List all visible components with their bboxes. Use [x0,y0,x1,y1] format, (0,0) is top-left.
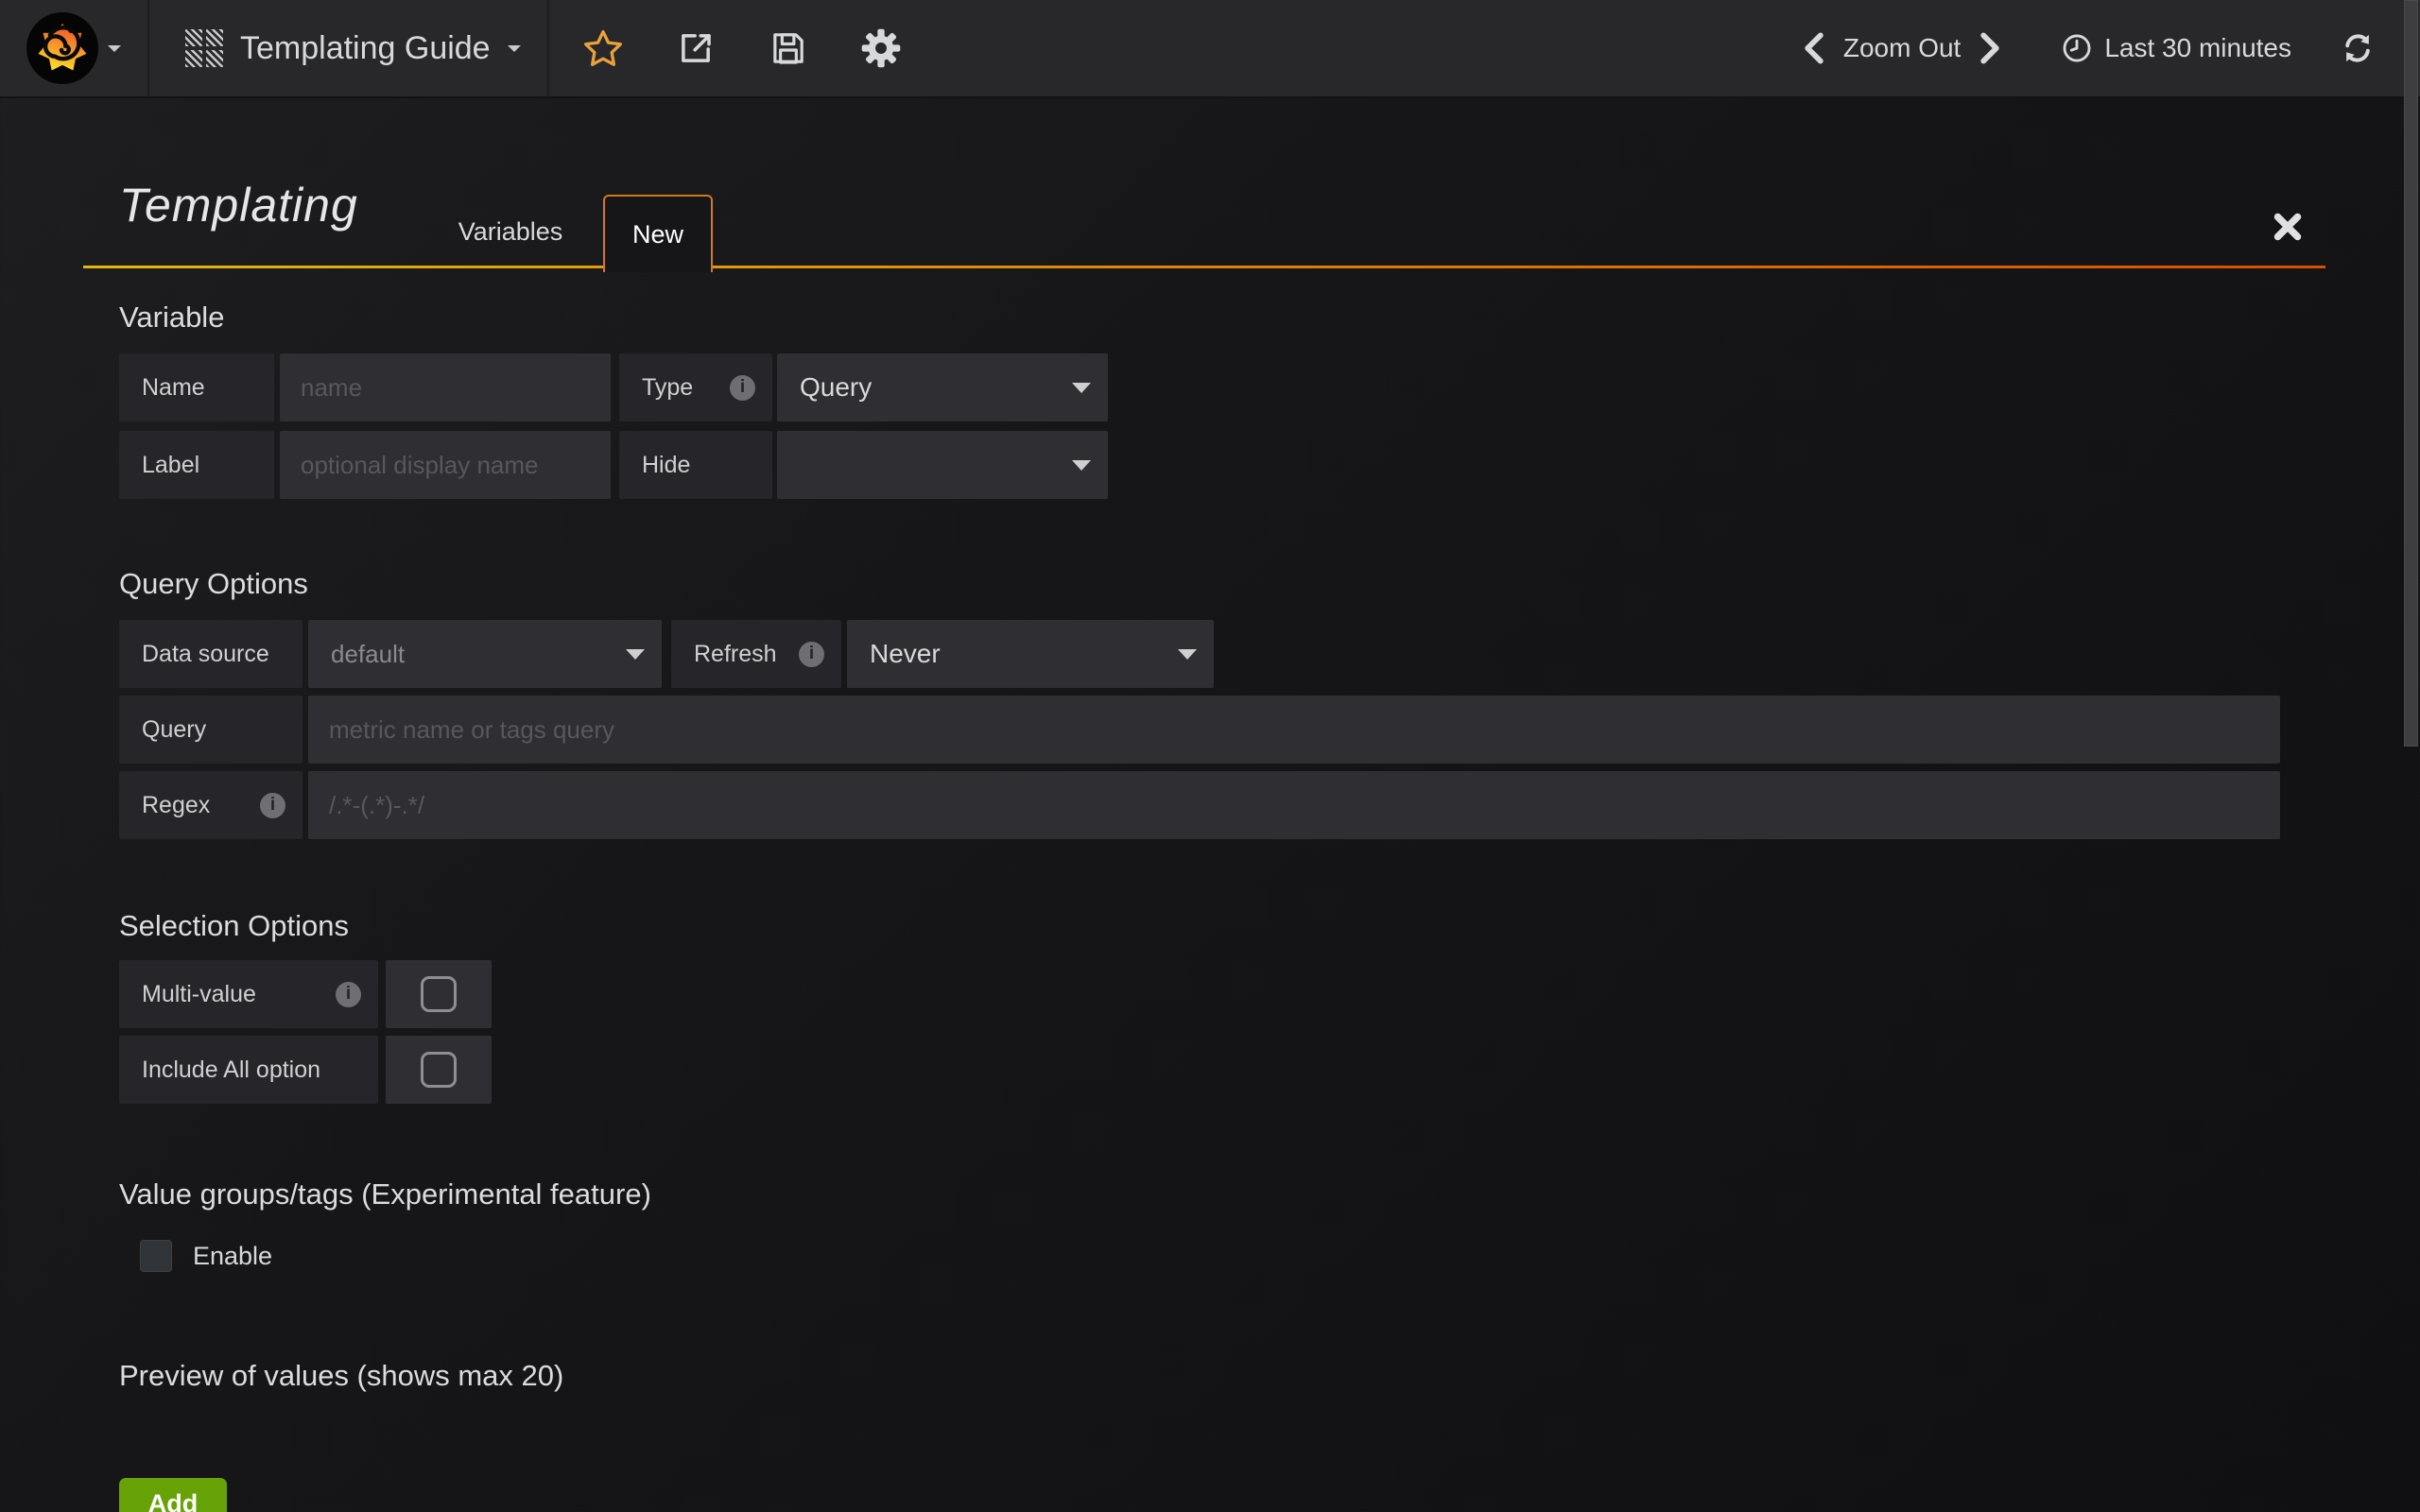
selection-options-heading: Selection Options [119,909,349,943]
gear-icon[interactable] [859,20,903,77]
add-button[interactable]: Add [119,1478,227,1512]
multi-value-label: Multi-value i [119,960,378,1028]
grafana-menu-button[interactable] [0,0,147,97]
query-label: Query [119,696,302,764]
chevron-left-icon[interactable] [1785,32,1843,64]
dashboard-title: Templating Guide [240,30,491,67]
variable-section-heading: Variable [119,301,224,335]
name-label: Name [119,353,274,421]
caret-down-icon [108,45,121,52]
multi-value-checkbox[interactable] [386,960,492,1028]
enable-label: Enable [193,1242,272,1271]
regex-input[interactable] [308,771,2280,839]
zoom-out-button[interactable]: Zoom Out [1843,33,1961,63]
page-title: Templating [119,178,358,232]
info-icon[interactable]: i [799,642,824,667]
star-favorite-button[interactable] [581,20,625,77]
datasource-label: Data source [119,620,302,688]
checkbox-icon [421,976,457,1012]
regex-label: Regex i [119,771,302,839]
refresh-label: Refresh i [671,620,841,688]
caret-down-icon [1072,460,1091,471]
type-select[interactable]: Query [777,353,1108,421]
caret-down-icon [1178,649,1197,660]
close-icon[interactable] [2267,206,2308,248]
label-label: Label [119,431,274,499]
share-icon[interactable] [674,20,717,77]
datasource-select[interactable]: default [308,620,662,688]
time-range-picker[interactable]: Last 30 minutes [2019,32,2314,64]
info-icon[interactable]: i [260,793,285,818]
refresh-icon[interactable] [2314,31,2392,65]
save-icon[interactable] [767,20,810,77]
info-icon[interactable]: i [336,982,361,1007]
tab-variables[interactable]: Variables [444,198,577,265]
dashboard-picker[interactable]: Templating Guide [149,0,547,97]
chevron-right-icon[interactable] [1961,32,2019,64]
include-all-label: Include All option [119,1036,378,1104]
query-options-heading: Query Options [119,567,308,601]
grafana-logo-icon [26,12,98,84]
caret-down-icon [1072,383,1091,393]
dashboard-grid-icon [185,29,223,67]
enable-checkbox[interactable] [140,1240,172,1272]
include-all-checkbox[interactable] [386,1036,492,1104]
clock-icon [2061,32,2093,64]
tab-new[interactable]: New [603,195,713,272]
scrollbar-thumb[interactable] [2404,0,2418,747]
type-label: Type i [619,353,772,421]
caret-down-icon [626,649,645,660]
checkbox-icon [421,1052,457,1088]
label-input[interactable] [280,431,611,499]
value-groups-heading: Value groups/tags (Experimental feature) [119,1177,651,1211]
preview-heading: Preview of values (shows max 20) [119,1359,563,1393]
info-icon[interactable]: i [730,375,755,401]
brand-underline [83,266,2325,268]
refresh-select[interactable]: Never [847,620,1214,688]
top-navbar: Templating Guide [0,0,2420,98]
hide-select[interactable] [777,431,1108,499]
query-input[interactable] [308,696,2280,764]
hide-label: Hide [619,431,772,499]
time-range-label: Last 30 minutes [2104,33,2291,63]
caret-down-icon [508,45,521,52]
name-input[interactable] [280,353,611,421]
